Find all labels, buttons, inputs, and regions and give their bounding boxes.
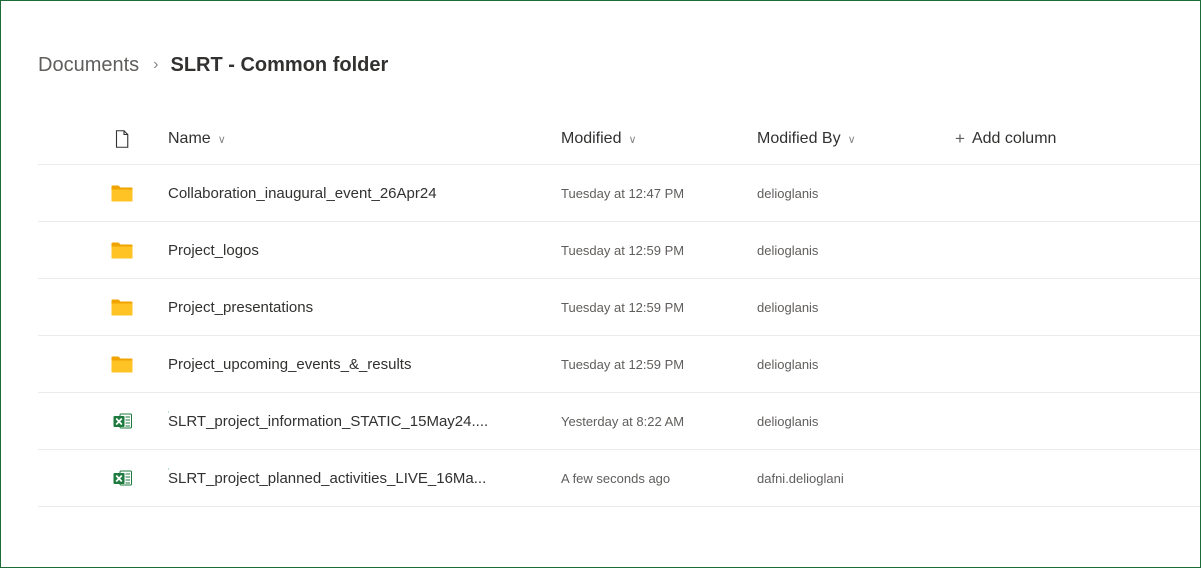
document-library: Documents › SLRT - Common folder Name ∨ … xyxy=(0,0,1201,568)
add-column-label: Add column xyxy=(971,130,1057,147)
column-header-modified-by-label: Modified By xyxy=(757,130,841,147)
modified-cell: Tuesday at 12:47 PM xyxy=(561,185,685,201)
folder-icon xyxy=(111,242,133,258)
folder-icon xyxy=(111,185,133,201)
file-name-link[interactable]: SLRT_project_information_STATIC_15May24.… xyxy=(168,413,488,430)
modified-cell: A few seconds ago xyxy=(561,470,671,486)
breadcrumb: Documents › SLRT - Common folder xyxy=(38,51,388,79)
column-header-name[interactable]: Name ∨ xyxy=(168,114,540,164)
modified-by-cell[interactable]: delioglanis xyxy=(757,336,937,392)
list-item[interactable]: Project_logos Tuesday at 12:59 PM deliogla… xyxy=(38,222,1200,279)
new-item-sparkle-icon xyxy=(168,411,169,413)
file-name-link[interactable]: SLRT_project_planned_activities_LIVE_16M… xyxy=(168,470,486,487)
list-header: Name ∨ Modified ∨ Modified By ∨ + Add co… xyxy=(38,114,1200,165)
file-type-cell xyxy=(110,165,134,221)
file-type-cell xyxy=(110,393,134,449)
folder-icon xyxy=(111,299,133,315)
excel-icon xyxy=(113,470,132,486)
plus-icon: + xyxy=(955,129,965,148)
list-item[interactable]: Project_presentations Tuesday at 12:59 PM… xyxy=(38,279,1200,336)
file-type-cell xyxy=(110,450,134,506)
modified-by-cell[interactable]: delioglanis xyxy=(757,279,937,335)
folder-name-link[interactable]: Project_upcoming_events_&_results xyxy=(168,356,411,373)
name-cell: SLRT_project_information_STATIC_15May24.… xyxy=(168,393,540,449)
breadcrumb-separator-icon: › xyxy=(153,56,159,73)
list-item[interactable]: Collaboration_inaugural_event_26Apr24 Tue… xyxy=(38,165,1200,222)
add-column-button[interactable]: + Add column xyxy=(955,114,1056,164)
new-item-sparkle-icon xyxy=(168,468,169,470)
name-cell: Collaboration_inaugural_event_26Apr24 xyxy=(168,165,540,221)
file-type-cell xyxy=(110,279,134,335)
column-header-modified-by[interactable]: Modified By ∨ xyxy=(757,114,937,164)
file-type-cell xyxy=(110,222,134,278)
column-header-name-label: Name xyxy=(168,130,211,147)
list-item[interactable]: SLRT_project_information_STATIC_15May24.… xyxy=(38,393,1200,450)
modified-by-cell[interactable]: delioglanis xyxy=(757,222,937,278)
modified-by-cell[interactable]: delioglanis xyxy=(757,393,937,449)
folder-name-link[interactable]: Project_presentations xyxy=(168,299,313,316)
modified-cell: Yesterday at 8:22 AM xyxy=(561,413,685,429)
name-cell: Project_presentations xyxy=(168,279,540,335)
file-type-header[interactable] xyxy=(110,114,134,164)
folder-name-link[interactable]: Project_logos xyxy=(168,242,259,259)
chevron-down-icon: ∨ xyxy=(217,133,226,146)
modified-cell: Tuesday at 12:59 PM xyxy=(561,299,685,315)
chevron-down-icon: ∨ xyxy=(628,133,637,146)
modified-by-cell[interactable]: dafni.delioglani xyxy=(757,450,937,506)
folder-icon xyxy=(111,356,133,372)
modified-cell: Tuesday at 12:59 PM xyxy=(561,242,685,258)
name-cell: SLRT_project_planned_activities_LIVE_16M… xyxy=(168,450,540,506)
name-cell: Project_logos xyxy=(168,222,540,278)
list-item[interactable]: SLRT_project_planned_activities_LIVE_16M… xyxy=(38,450,1200,507)
modified-by-cell[interactable]: delioglanis xyxy=(757,165,937,221)
breadcrumb-current-folder: SLRT - Common folder xyxy=(170,54,389,76)
name-cell: Project_upcoming_events_&_results xyxy=(168,336,540,392)
chevron-down-icon: ∨ xyxy=(847,133,856,146)
excel-icon xyxy=(113,413,132,429)
column-header-modified-label: Modified xyxy=(561,130,622,147)
column-header-modified[interactable]: Modified ∨ xyxy=(561,114,739,164)
file-list: Collaboration_inaugural_event_26Apr24 Tue… xyxy=(38,165,1200,507)
document-icon xyxy=(115,130,129,148)
file-type-cell xyxy=(110,336,134,392)
modified-cell: Tuesday at 12:59 PM xyxy=(561,356,685,372)
breadcrumb-documents[interactable]: Documents xyxy=(38,51,139,79)
folder-name-link[interactable]: Collaboration_inaugural_event_26Apr24 xyxy=(168,185,437,202)
list-item[interactable]: Project_upcoming_events_&_results Tuesday… xyxy=(38,336,1200,393)
